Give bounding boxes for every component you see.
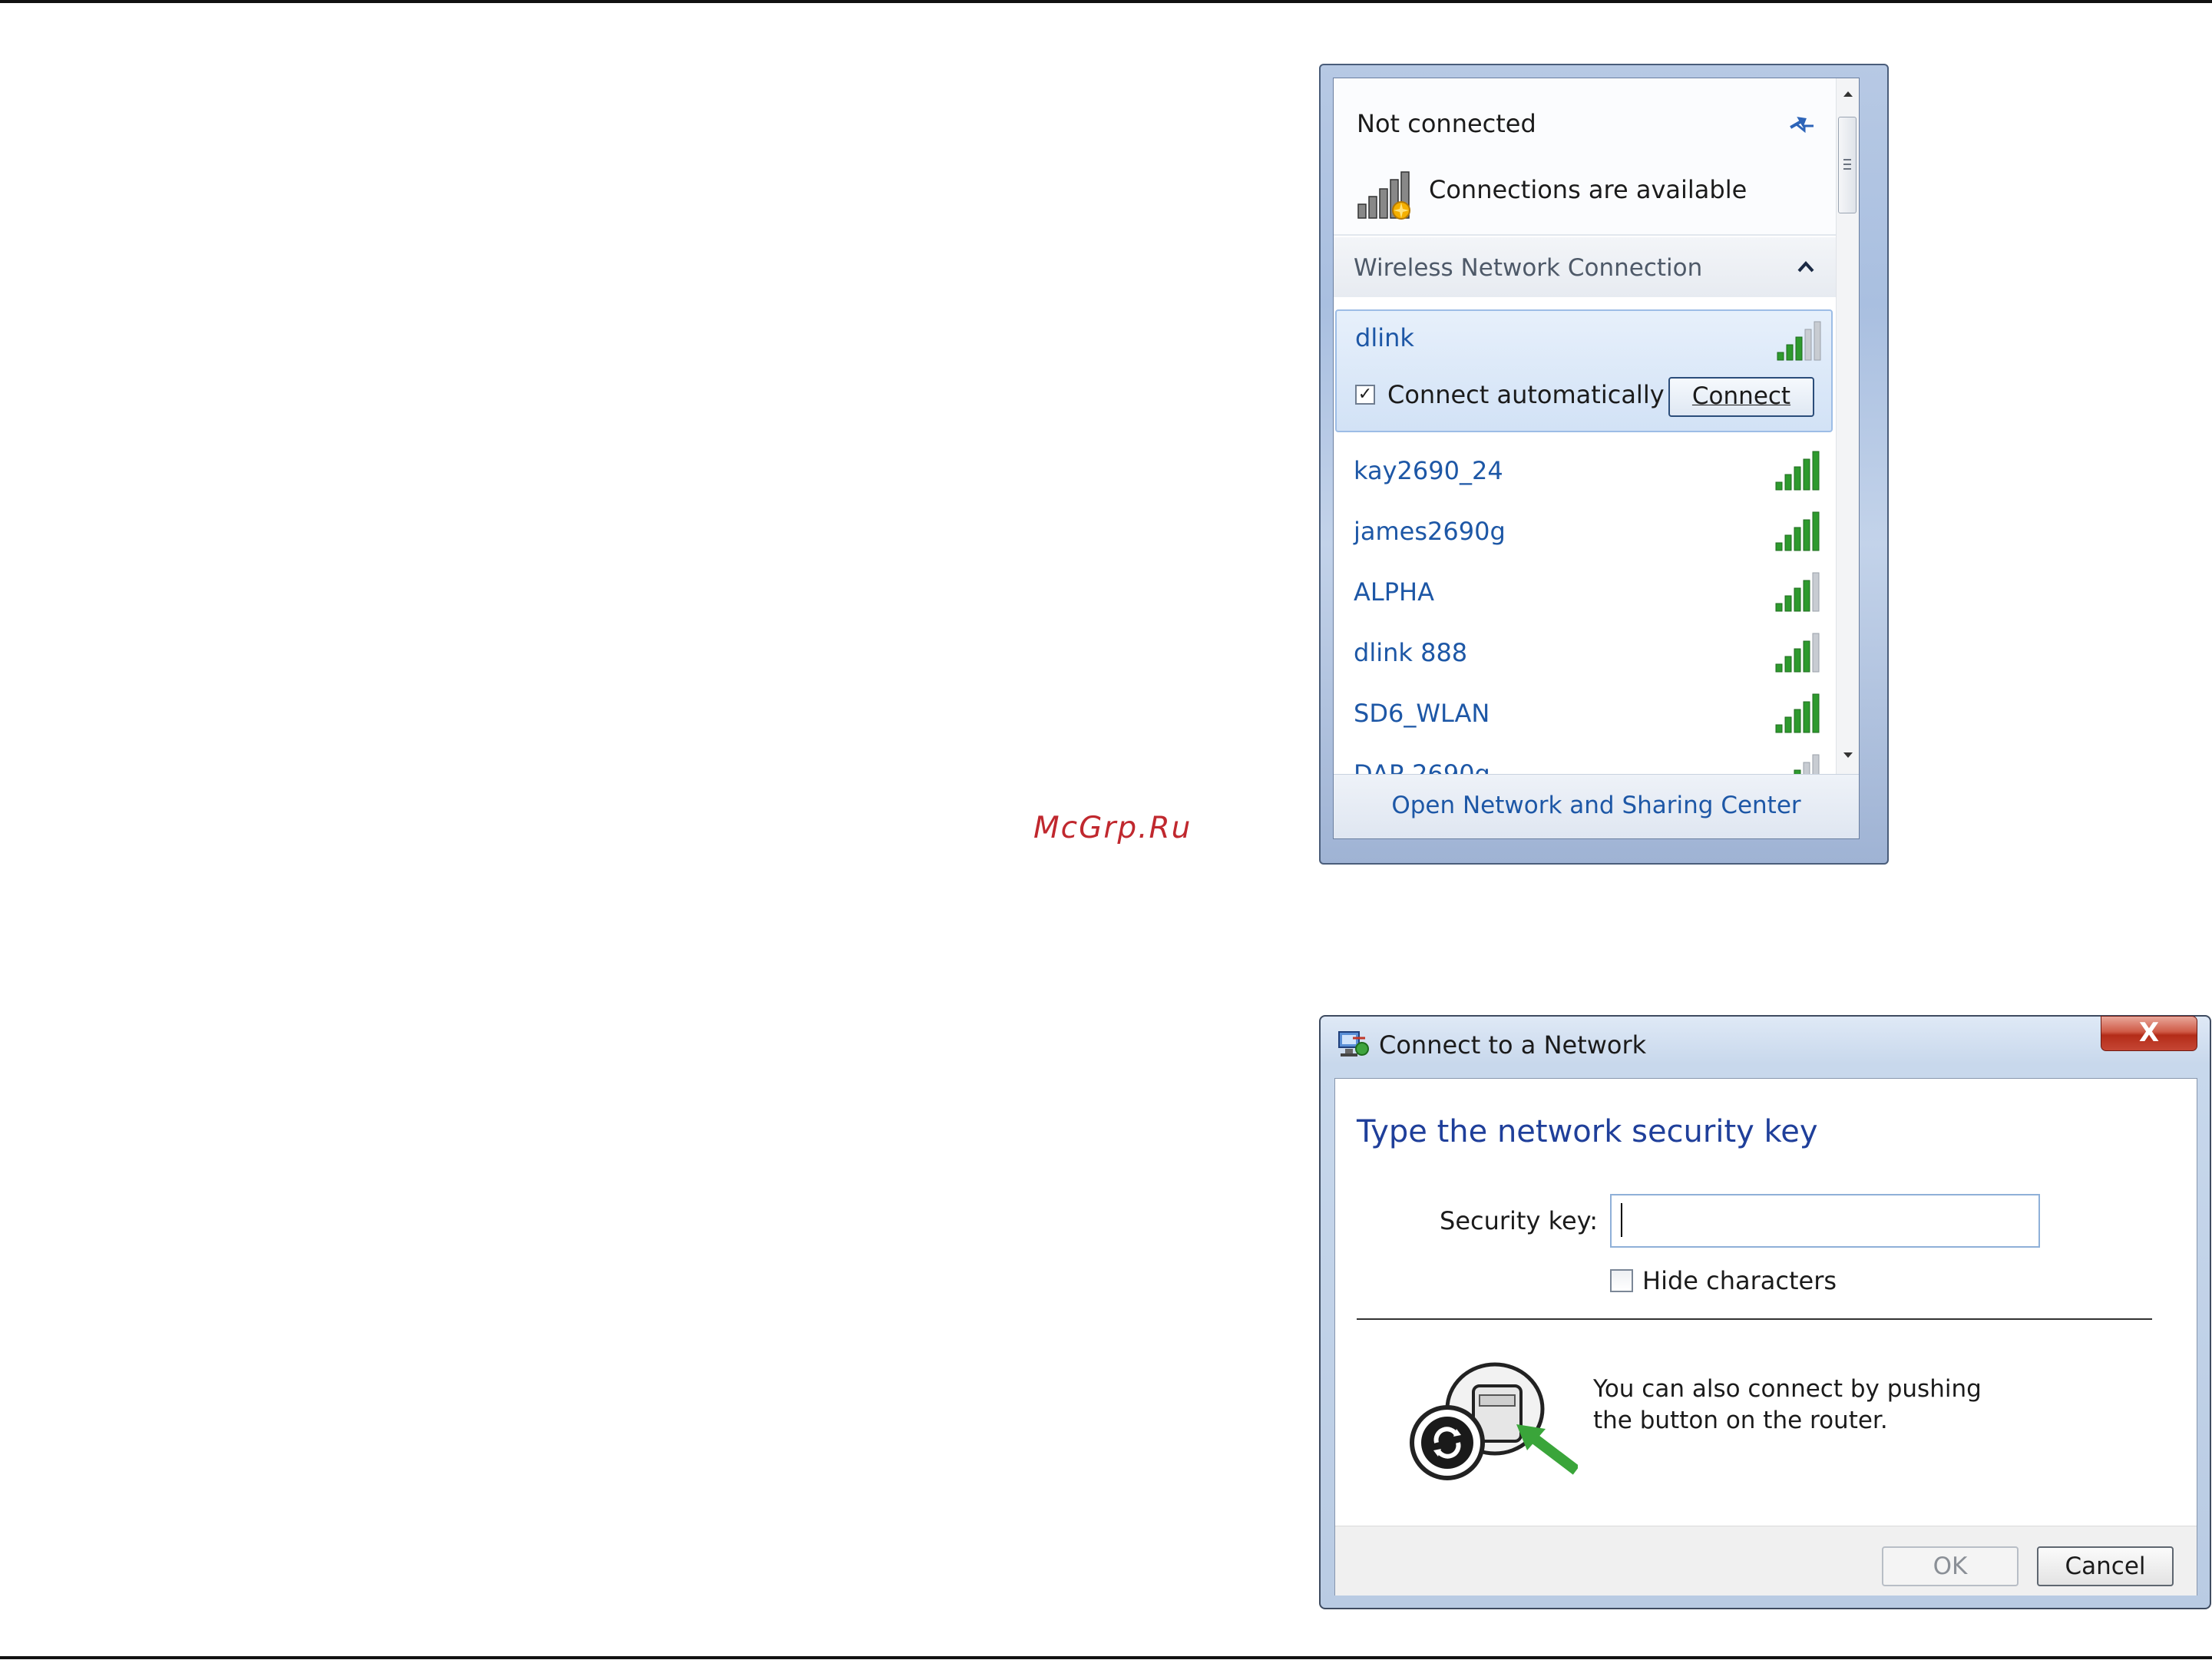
signal-bar [1794,587,1801,612]
signal-bar [1794,527,1801,551]
signal-bar [1812,451,1820,491]
signal-bar [1803,701,1810,733]
connect-automatically-checkbox[interactable]: ✓ [1355,385,1375,405]
network-flyout: Not connected Connections are available … [1319,64,1889,865]
signal-bar [1777,352,1784,361]
connect-button[interactable]: Connect [1668,377,1814,417]
bottom-rule [0,1656,2212,1659]
signal-bar [1775,603,1783,612]
signal-strength-icon [1773,632,1823,675]
flyout-footer: Open Network and Sharing Center [1334,774,1859,838]
dialog-title: Connect to a Network [1379,1030,1647,1060]
hide-characters-label: Hide characters [1642,1266,1837,1295]
dialog-heading: Type the network security key [1357,1114,1818,1149]
signal-bar [1775,481,1783,491]
dialog-footer: OK Cancel [1335,1526,2197,1596]
signal-bar [1804,329,1812,361]
signal-bar [1794,709,1801,733]
selected-network-item[interactable]: dlink ✓ Connect automatically Connect [1335,309,1833,432]
wireless-section-header[interactable]: Wireless Network Connection [1334,237,1836,297]
scroll-down-icon[interactable] [1840,746,1857,763]
signal-bar [1794,466,1801,491]
connect-automatically-label: Connect automatically [1387,380,1665,409]
network-list-item[interactable]: SD6_WLAN [1334,685,1836,746]
signal-bar [1812,633,1820,673]
network-name: james2690g [1354,517,1506,546]
signal-bar [1812,511,1820,551]
signal-bar [1775,724,1783,733]
signal-bar [1786,344,1794,361]
connection-status-header: Not connected Connections are available [1334,78,1836,236]
signal-strength-icon [1773,571,1823,614]
signal-bar [1803,519,1810,551]
wps-router-icon [1410,1362,1578,1480]
ok-button[interactable]: OK [1882,1546,2019,1586]
network-name: SD6_WLAN [1354,699,1490,728]
flyout-panel: Not connected Connections are available … [1333,78,1860,839]
network-list-item[interactable]: james2690g [1334,503,1836,564]
network-list-item[interactable]: ALPHA [1334,564,1836,624]
signal-bar [1812,693,1820,733]
network-list-item[interactable]: kay2690_24 [1334,442,1836,503]
dialog-body: Type the network security key Security k… [1334,1078,2197,1596]
signal-bar [1814,321,1821,361]
text-caret [1621,1203,1622,1237]
open-network-sharing-center-link[interactable]: Open Network and Sharing Center [1334,792,1859,819]
scroll-up-icon[interactable] [1840,86,1857,103]
divider [1357,1318,2152,1320]
security-key-label: Security key: [1440,1206,1599,1235]
signal-strength-icon [1773,450,1823,493]
availability-text: Connections are available [1429,175,1747,204]
hide-characters-checkbox[interactable] [1610,1269,1633,1292]
network-status-icon [1357,171,1410,220]
signal-strength-icon [1773,693,1823,736]
scrollbar-thumb[interactable] [1838,117,1857,213]
security-key-input[interactable] [1610,1194,2040,1248]
signal-strength-icon [1774,320,1825,363]
signal-bar [1784,716,1792,733]
connection-status: Not connected [1357,109,1536,138]
signal-bar [1784,656,1792,673]
cancel-button[interactable]: Cancel [2037,1546,2174,1586]
wps-instruction-text: You can also connect by pushing the butt… [1593,1375,1982,1434]
signal-bar [1784,474,1792,491]
network-name: kay2690_24 [1354,456,1503,485]
signal-strength-icon [1773,511,1823,554]
chevron-up-icon[interactable] [1794,257,1817,277]
network-name: dlink [1355,323,1414,352]
network-name: ALPHA [1354,577,1434,607]
network-icon [1338,1031,1369,1057]
signal-bar [1784,595,1792,612]
signal-bar [1784,534,1792,551]
top-rule [0,0,2212,3]
refresh-icon[interactable] [1783,103,1820,140]
signal-bar [1803,640,1810,673]
signal-bar [1795,336,1803,361]
signal-bar [1812,572,1820,612]
close-button[interactable]: X [2101,1016,2197,1051]
signal-bar [1803,580,1810,612]
signal-bar [1775,663,1783,673]
network-name: dlink 888 [1354,638,1468,667]
signal-bar [1775,542,1783,551]
connect-to-network-dialog: Connect to a Network X Type the network … [1319,1015,2211,1609]
section-title: Wireless Network Connection [1354,254,1703,282]
watermark: McGrp.Ru [1033,811,1192,845]
network-list-item[interactable]: dlink 888 [1334,624,1836,685]
scrollbar[interactable] [1836,78,1859,774]
signal-bar [1803,458,1810,491]
signal-bar [1794,648,1801,673]
